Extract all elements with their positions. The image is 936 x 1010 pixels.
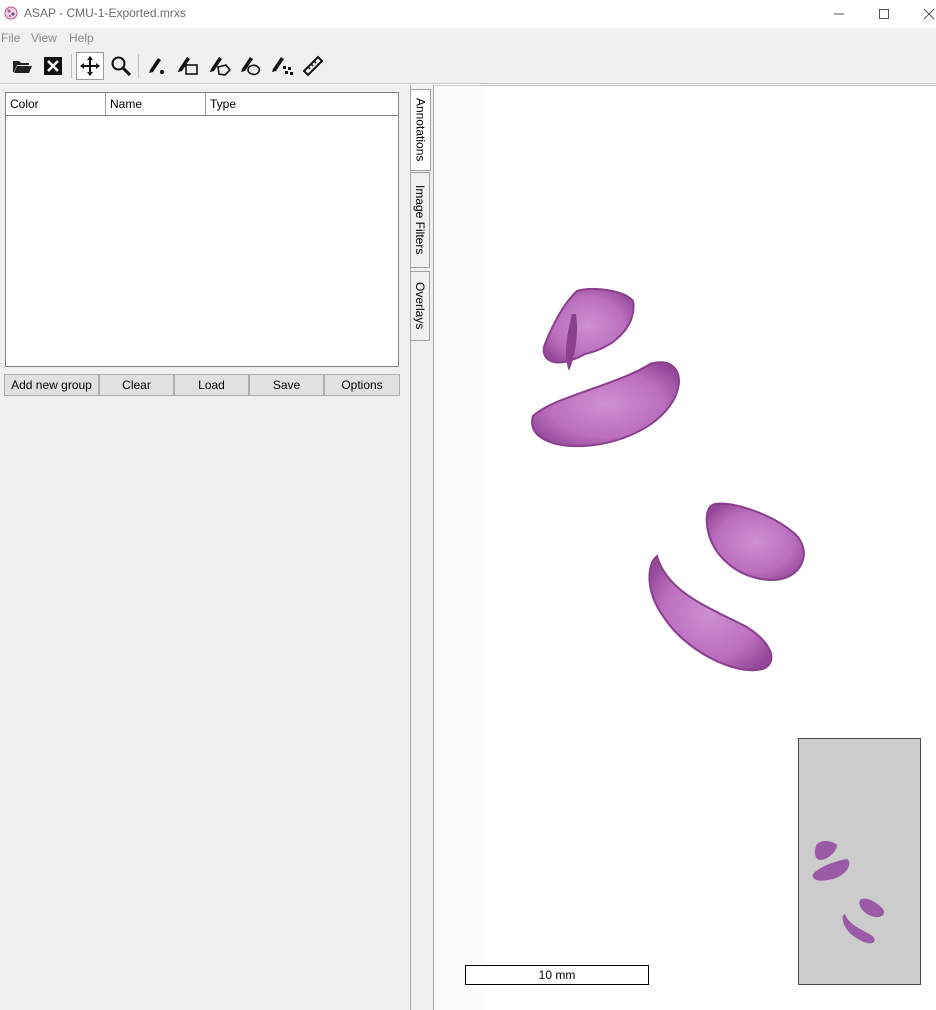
- rectangle-annotation-icon: [178, 57, 198, 75]
- column-header-type[interactable]: Type: [206, 93, 398, 115]
- maximize-button[interactable]: [861, 0, 907, 28]
- tab-annotations-label: Annotations: [413, 98, 428, 162]
- maximize-icon: [879, 9, 889, 19]
- zoom-tool-button[interactable]: [107, 52, 135, 80]
- save-button[interactable]: Save: [249, 374, 324, 396]
- menu-file[interactable]: File: [1, 31, 20, 45]
- minimap-tissue: [842, 914, 875, 944]
- close-window-button[interactable]: [906, 0, 936, 28]
- side-tab-strip: Annotations Image Filters Overlays: [410, 85, 434, 1010]
- zoom-icon: [111, 56, 132, 77]
- close-file-button[interactable]: [39, 52, 67, 80]
- toolbar-separator: [138, 54, 139, 78]
- tab-overlays-label: Overlays: [413, 282, 427, 330]
- add-new-group-button[interactable]: Add new group: [4, 374, 99, 396]
- dot-annotation-button[interactable]: [142, 52, 170, 80]
- slide-viewer[interactable]: 10 mm: [435, 85, 936, 1010]
- tab-image-filters-label: Image Filters: [413, 185, 427, 255]
- tab-overlays[interactable]: Overlays: [411, 271, 430, 341]
- point-set-annotation-button[interactable]: [268, 52, 296, 80]
- clear-button[interactable]: Clear: [99, 374, 174, 396]
- close-icon: [923, 8, 935, 20]
- scale-bar: 10 mm: [465, 965, 649, 985]
- tissue-section: [705, 502, 805, 582]
- column-header-name[interactable]: Name: [106, 93, 206, 115]
- annotation-tree[interactable]: Color Name Type: [5, 92, 399, 367]
- scale-bar-label: 10 mm: [538, 968, 576, 982]
- toolbar-separator: [71, 54, 72, 78]
- title-bar: ASAP - CMU-1-Exported.mrxs: [0, 0, 936, 28]
- rectangle-annotation-button[interactable]: [174, 52, 202, 80]
- tissue-section: [542, 288, 635, 364]
- dot-annotation-icon: [149, 58, 164, 74]
- minimap-thumbnail: [812, 841, 885, 944]
- menu-help[interactable]: Help: [69, 31, 94, 45]
- minimap-tissue: [814, 841, 837, 861]
- open-file-button[interactable]: [8, 52, 36, 80]
- ruler-tool-button[interactable]: [299, 52, 327, 80]
- polygon-annotation-icon: [210, 57, 232, 76]
- close-file-icon: [44, 57, 62, 75]
- app-logo-icon: [4, 6, 18, 20]
- tab-annotations[interactable]: Annotations: [411, 89, 431, 171]
- spline-annotation-button[interactable]: [237, 52, 265, 80]
- minimize-button[interactable]: [816, 0, 862, 28]
- menu-bar: File View Help: [0, 28, 936, 48]
- minimap-tissue: [859, 898, 885, 918]
- tree-header: Color Name Type: [6, 93, 398, 116]
- tissue-section: [531, 361, 680, 448]
- ruler-icon: [302, 55, 324, 77]
- point-set-annotation-icon: [272, 57, 293, 75]
- spline-annotation-icon: [241, 57, 261, 76]
- window-title: ASAP - CMU-1-Exported.mrxs: [24, 6, 186, 20]
- options-button[interactable]: Options: [324, 374, 400, 396]
- tab-image-filters[interactable]: Image Filters: [411, 172, 430, 268]
- open-folder-icon: [13, 61, 32, 73]
- load-button[interactable]: Load: [174, 374, 249, 396]
- toolbar: [0, 48, 936, 84]
- pan-icon: [80, 56, 100, 76]
- annotations-panel: Color Name Type Add new group Clear Load…: [0, 85, 410, 1010]
- column-header-color[interactable]: Color: [6, 93, 106, 115]
- polygon-annotation-button[interactable]: [206, 52, 234, 80]
- minimap-tissue: [812, 859, 850, 881]
- menu-view[interactable]: View: [31, 31, 57, 45]
- minimize-icon: [834, 13, 844, 15]
- minimap[interactable]: [798, 738, 921, 985]
- pan-tool-button[interactable]: [76, 52, 104, 80]
